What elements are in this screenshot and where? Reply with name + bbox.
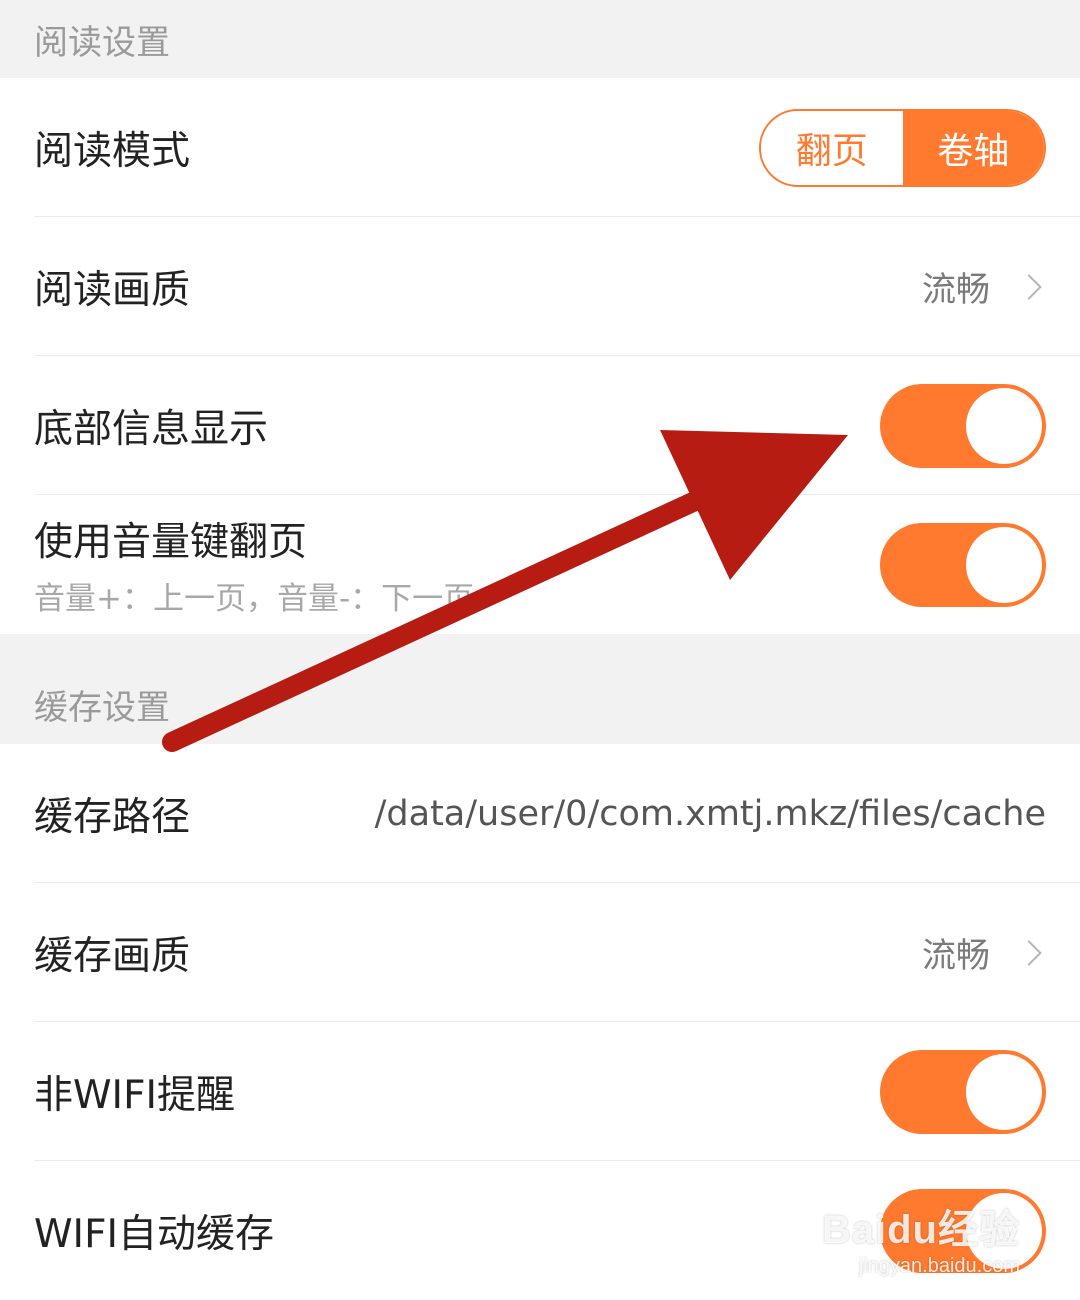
cache-settings-title: 缓存设置 (34, 687, 170, 728)
chevron-right-icon (1016, 273, 1042, 300)
baidu-watermark: Baidu经验 jingyan.baidu.com (822, 1197, 1020, 1278)
cache-quality-value: 流畅 (922, 936, 990, 976)
cache-quality-value-wrap: 流畅 (922, 928, 1046, 977)
watermark-url: jingyan.baidu.com (858, 1255, 1020, 1277)
non-wifi-reminder-row: 非WIFI提醒 (0, 1022, 1080, 1161)
reading-mode-label: 阅读模式 (34, 128, 191, 174)
cache-quality-label: 缓存画质 (34, 933, 191, 979)
cache-path-label: 缓存路径 (34, 794, 191, 840)
reading-mode-option-page-flip[interactable]: 翻页 (761, 110, 903, 185)
reading-settings-title: 阅读设置 (34, 22, 170, 63)
volume-key-label: 使用音量键翻页 (34, 520, 308, 565)
toggle-knob (966, 1053, 1042, 1130)
toggle-knob (966, 387, 1042, 464)
volume-key-subtitle: 音量+：上一页，音量-：下一页 (34, 581, 475, 617)
wifi-auto-cache-label: WIFI自动缓存 (34, 1211, 274, 1257)
volume-key-row: 使用音量键翻页 音量+：上一页，音量-：下一页 (0, 495, 1080, 634)
non-wifi-reminder-label: 非WIFI提醒 (34, 1072, 235, 1118)
reading-quality-value: 流畅 (922, 270, 990, 310)
reading-mode-segmented-control: 翻页 卷轴 (759, 108, 1046, 187)
bottom-info-label: 底部信息显示 (34, 406, 269, 452)
toggle-knob (966, 526, 1042, 603)
cache-settings-header: 缓存设置 (0, 634, 1080, 744)
cache-path-value: /data/user/0/com.xmtj.mkz/files/cache (374, 793, 1046, 834)
reading-mode-option-scroll[interactable]: 卷轴 (902, 110, 1044, 185)
cache-path-row[interactable]: 缓存路径 /data/user/0/com.xmtj.mkz/files/cac… (0, 744, 1080, 883)
reading-settings-header: 阅读设置 (0, 0, 1080, 78)
reading-mode-row: 阅读模式 翻页 卷轴 (0, 78, 1080, 217)
chevron-right-icon (1016, 939, 1042, 966)
reading-quality-value-wrap: 流畅 (922, 262, 1046, 311)
volume-key-toggle[interactable] (880, 522, 1046, 607)
volume-key-text: 使用音量键翻页 音量+：上一页，音量-：下一页 (34, 511, 474, 618)
non-wifi-reminder-toggle[interactable] (880, 1049, 1046, 1134)
reading-quality-row[interactable]: 阅读画质 流畅 (0, 217, 1080, 356)
bottom-info-row: 底部信息显示 (0, 356, 1080, 495)
cache-quality-row[interactable]: 缓存画质 流畅 (0, 883, 1080, 1022)
reading-quality-label: 阅读画质 (34, 267, 191, 313)
watermark-brand: Baidu经验 (821, 1208, 1020, 1252)
bottom-info-toggle[interactable] (880, 383, 1046, 468)
